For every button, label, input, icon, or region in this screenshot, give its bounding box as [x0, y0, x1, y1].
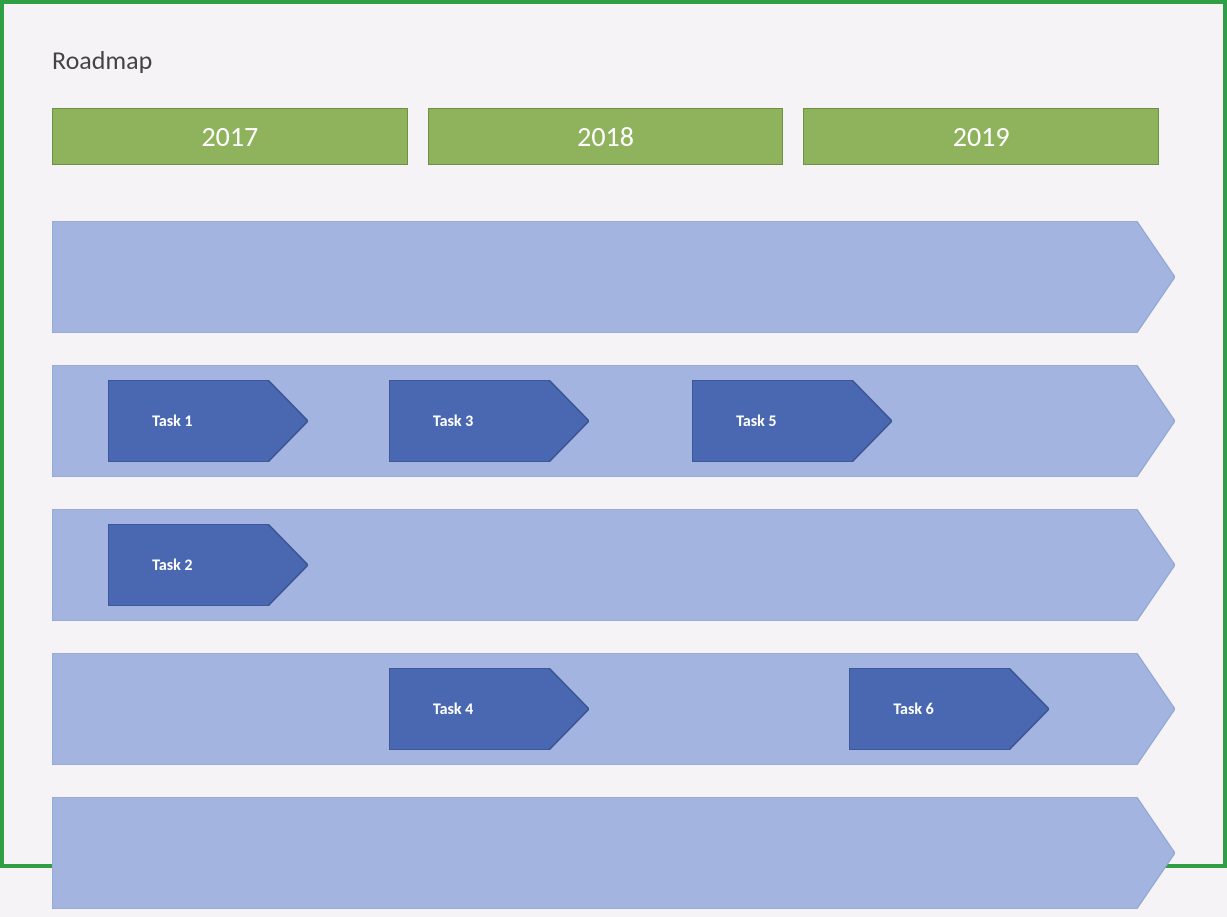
lane-arrow-bg [52, 221, 1175, 333]
year-box-0: 2017 [52, 108, 408, 165]
task-arrow: Task 2 [108, 524, 308, 606]
lane-arrow-bg [52, 797, 1175, 909]
year-box-2: 2019 [803, 108, 1159, 165]
task-label: Task 3 [389, 412, 473, 431]
year-header-row: 2017 2018 2019 [52, 108, 1175, 165]
task-label: Task 4 [389, 700, 473, 719]
task-arrow: Task 4 [389, 668, 589, 750]
task-label: Task 1 [108, 412, 192, 431]
task-arrow: Task 3 [389, 380, 589, 462]
page-title: Roadmap [52, 44, 1175, 76]
task-label: Task 5 [692, 412, 776, 431]
lane-3: Task 4 Task 6 [52, 645, 1175, 773]
task-label: Task 2 [108, 556, 192, 575]
lane-2: Task 2 [52, 501, 1175, 629]
lane-0 [52, 213, 1175, 341]
lane-4 [52, 789, 1175, 917]
roadmap-lanes: Task 1 Task 3 Task 5 Task 2 Task 4 Task … [52, 213, 1175, 917]
task-arrow: Task 5 [692, 380, 892, 462]
task-arrow: Task 6 [849, 668, 1049, 750]
task-label: Task 6 [849, 700, 933, 719]
year-box-1: 2018 [428, 108, 784, 165]
task-arrow: Task 1 [108, 380, 308, 462]
lane-1: Task 1 Task 3 Task 5 [52, 357, 1175, 485]
